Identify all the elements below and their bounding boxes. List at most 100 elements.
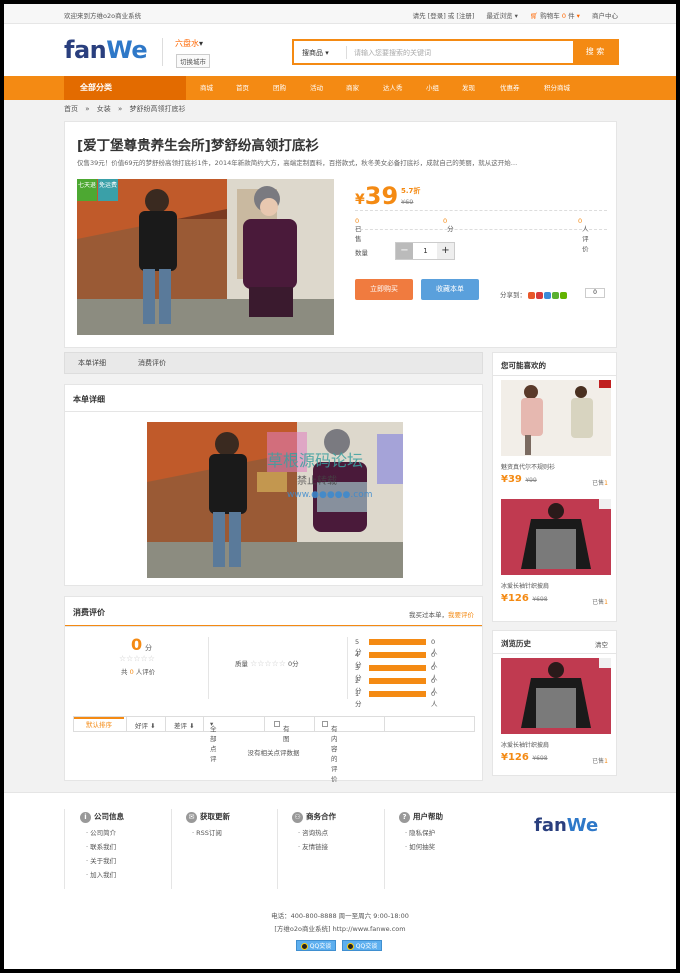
footer: i 公司信息 · 公司简介 · 联系我们 · 关于我们 · 加入我们 ✉ 获取更新 … bbox=[4, 792, 676, 969]
sort-good-tab[interactable]: 好评 ⬇ bbox=[135, 720, 156, 730]
recommend-item-price: ¥126 ¥698 bbox=[501, 593, 548, 604]
nav-item-merchants[interactable]: 商家 bbox=[346, 76, 359, 100]
footer-link[interactable]: · 友情链接 bbox=[292, 841, 336, 851]
nav-item-discover[interactable]: 发现 bbox=[462, 76, 475, 100]
more-share-icon[interactable] bbox=[560, 291, 568, 299]
breadcrumb-home[interactable]: 首页 bbox=[64, 105, 78, 113]
nav-item-events[interactable]: 活动 bbox=[310, 76, 323, 100]
review-total: 共 0 人评价 bbox=[121, 668, 156, 676]
recent-views-menu[interactable]: 最近浏览 ▾ bbox=[487, 12, 518, 20]
welcome-text: 欢迎来到方维o2o商业系统 bbox=[64, 12, 142, 20]
sort-bad-tab[interactable]: 差评 ⬇ bbox=[174, 720, 195, 730]
deal-review-count: 0 人评价 bbox=[578, 217, 589, 253]
detail-photo-image bbox=[147, 422, 403, 578]
quantity-plus-button[interactable]: + bbox=[437, 243, 454, 259]
footer-phone: 电话：400-800-8888 周一至周六 9:00-18:00 bbox=[271, 912, 409, 920]
history-item-name[interactable]: 冰爱长袖针织披肩 bbox=[501, 740, 549, 749]
overall-stars: ☆☆☆☆☆ bbox=[119, 654, 155, 663]
footer-link[interactable]: · 公司简介 bbox=[80, 827, 124, 837]
product-photo-image bbox=[77, 179, 334, 335]
breadcrumb: 首页 » 女装 » 梦舒纷高领打底衫 bbox=[64, 104, 191, 114]
breadcrumb-separator: » bbox=[85, 105, 90, 113]
logo[interactable]: fanWe bbox=[64, 36, 148, 64]
recommend-item-name[interactable]: 冰爱长袖针织披肩 bbox=[501, 581, 549, 590]
detail-tabs: 本单详细 消费评价 bbox=[64, 352, 483, 374]
deal-score: 0 分 bbox=[443, 217, 454, 233]
nav-item-groupbuy[interactable]: 团购 bbox=[273, 76, 286, 100]
write-review-link[interactable]: 我买过本单，我要评价 bbox=[409, 609, 474, 619]
qzone-icon[interactable] bbox=[544, 291, 552, 299]
history-item-image[interactable] bbox=[501, 658, 611, 734]
all-reviews-select[interactable]: 全部点评 ▾ bbox=[210, 720, 217, 763]
nav-item-home[interactable]: 首页 bbox=[236, 76, 249, 100]
top-bar: 欢迎来到方维o2o商业系统 请先 [登录] 或 [注册] 最近浏览 ▾ 🛒︎ 购… bbox=[4, 4, 676, 24]
watermark-text: 禁止转载 bbox=[297, 476, 337, 487]
add-favorite-button[interactable]: 收藏本单 bbox=[421, 279, 479, 300]
clear-history-link[interactable]: 清空 bbox=[595, 639, 608, 649]
recommend-item-image[interactable] bbox=[501, 380, 611, 456]
recommend-item-name[interactable]: 魅资真代尔不规则衫 bbox=[501, 462, 555, 471]
footer-link[interactable]: · 联系我们 bbox=[80, 841, 124, 851]
qq-chat-button[interactable]: QQ交谈 bbox=[296, 940, 336, 951]
recommend-title: 您可能喜欢的 bbox=[501, 361, 546, 370]
login-register-link[interactable]: 请先 [登录] 或 [注册] bbox=[413, 12, 475, 20]
cart-link[interactable]: 🛒︎ 购物车 0 件 ▾ bbox=[530, 12, 580, 20]
tab-reviews[interactable]: 消费评价 bbox=[138, 353, 166, 373]
cart-icon: 🛒︎ bbox=[529, 12, 539, 20]
breadcrumb-category[interactable]: 女装 bbox=[97, 105, 111, 113]
deal-stats: 已售 0 0 分 0 人评价 bbox=[355, 210, 607, 253]
reviews-panel: 消费评价 我买过本单，我要评价 0 分 ☆☆☆☆☆ 共 0 人评价 质量 ☆☆☆… bbox=[64, 596, 483, 783]
nav-item-mall[interactable]: 商城 bbox=[200, 76, 213, 100]
has-content-checkbox[interactable]: 有内容的评价 bbox=[322, 720, 338, 783]
footer-link[interactable]: · RSS订阅 bbox=[186, 827, 230, 837]
merchant-center-link[interactable]: 商户中心 bbox=[592, 12, 618, 20]
footer-link[interactable]: · 如何抽奖 bbox=[399, 841, 443, 851]
logo-divider bbox=[162, 38, 163, 66]
footer-col-business: ⚇ 商务合作 · 咨询热点 · 友情链接 bbox=[292, 811, 336, 851]
seven-day-return-tag: 七天退 bbox=[77, 179, 97, 201]
nav-item-coupons[interactable]: 优惠券 bbox=[500, 76, 520, 100]
search-scope-select[interactable]: 搜商品 ▾ bbox=[302, 48, 329, 58]
chevron-down-icon: ▾ bbox=[514, 12, 518, 20]
has-picture-checkbox[interactable]: 有图 bbox=[274, 720, 290, 743]
quantity-input[interactable]: 1 bbox=[413, 243, 438, 259]
history-item-price: ¥126 ¥698 bbox=[501, 752, 548, 763]
current-city[interactable]: 六盘水▾ bbox=[175, 38, 203, 49]
history-panel: 浏览历史 清空 冰爱长袖针织披肩 ¥126 ¥698 已售1 bbox=[492, 630, 617, 776]
footer-link[interactable]: · 隐私保护 bbox=[399, 827, 443, 837]
help-icon: ? bbox=[399, 811, 410, 823]
qq-chat-button[interactable]: QQ交谈 bbox=[342, 940, 382, 951]
footer-col-help: ? 用户帮助 · 隐私保护 · 如何抽奖 bbox=[399, 811, 443, 851]
footer-link[interactable]: · 关于我们 bbox=[80, 855, 124, 865]
quality-rating: 质量 ☆☆☆☆☆ 0分 bbox=[235, 659, 299, 668]
header: fanWe 六盘水▾ 切换城市 搜商品 ▾ 请输入您要搜索的关键词 搜 索 bbox=[4, 24, 676, 81]
deal-title: [爱丁堡尊贵养生会所]梦舒纷高领打底衫 bbox=[77, 138, 319, 154]
info-icon: i bbox=[80, 811, 91, 823]
weibo-icon[interactable] bbox=[528, 291, 536, 299]
tab-detail[interactable]: 本单详细 bbox=[78, 353, 106, 373]
recommend-item-image[interactable] bbox=[501, 499, 611, 575]
detail-panel: 本单详细 草根源码论坛 禁止转载 www.●●●●●.com bbox=[64, 384, 483, 586]
search-button[interactable]: 搜 索 bbox=[573, 41, 617, 63]
buy-now-button[interactable]: 立即购买 bbox=[355, 279, 413, 300]
wechat-icon[interactable] bbox=[552, 291, 560, 299]
sort-default-tab[interactable]: 默认排序 bbox=[74, 717, 124, 731]
search-input[interactable]: 请输入您要搜索的关键词 bbox=[354, 48, 431, 58]
share-label: 分享到： bbox=[500, 291, 526, 299]
tencent-weibo-icon[interactable] bbox=[536, 291, 544, 299]
footer-link[interactable]: · 咨询热点 bbox=[292, 827, 336, 837]
deal-photo[interactable] bbox=[77, 179, 334, 335]
mail-icon: ✉ bbox=[186, 811, 197, 823]
nav-item-points-mall[interactable]: 积分商城 bbox=[544, 76, 570, 100]
all-categories-button[interactable]: 全部分类 bbox=[64, 76, 186, 100]
footer-link[interactable]: · 加入我们 bbox=[80, 869, 124, 879]
nav-item-talent[interactable]: 达人秀 bbox=[383, 76, 403, 100]
footer-logo: fanWe bbox=[534, 815, 599, 836]
recommend-item-price: ¥39 ¥99 bbox=[501, 474, 537, 485]
quantity-minus-button[interactable]: − bbox=[396, 243, 413, 259]
deal-original-price: ¥69 bbox=[401, 198, 414, 206]
nav-item-groups[interactable]: 小组 bbox=[426, 76, 439, 100]
detail-heading: 本单详细 bbox=[73, 395, 105, 404]
history-item-sold: 已售1 bbox=[592, 758, 608, 765]
switch-city-button[interactable]: 切换城市 bbox=[176, 54, 210, 68]
